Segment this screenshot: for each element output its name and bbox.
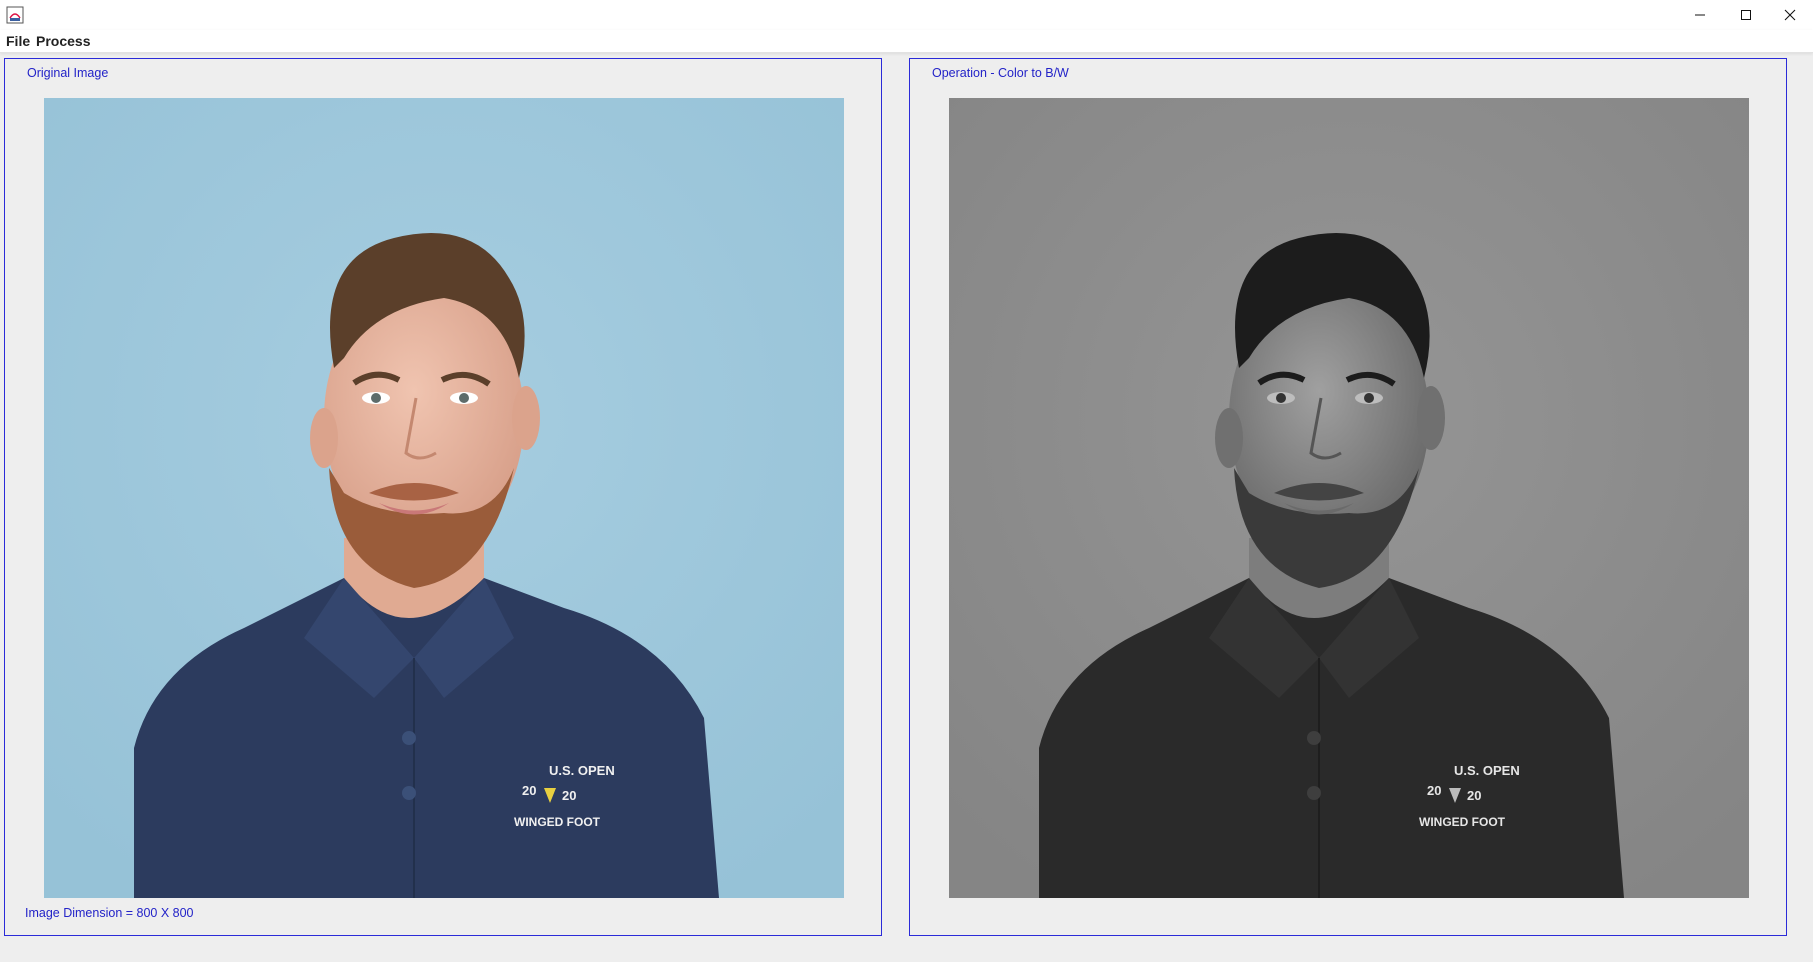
title-bar: [0, 0, 1813, 30]
java-app-icon: [6, 6, 24, 24]
original-portrait: U.S. OPEN 20 20 WINGED FOOT: [44, 98, 844, 898]
operation-title: Operation - Color to B/W: [932, 66, 1069, 80]
minimize-icon: [1695, 14, 1705, 16]
menu-file[interactable]: File: [6, 33, 30, 49]
shirt-logo-bottom-text: WINGED FOOT: [514, 815, 601, 829]
maximize-button[interactable]: [1723, 0, 1769, 30]
original-image: U.S. OPEN 20 20 WINGED FOOT: [44, 98, 844, 898]
image-dimension-label: Image Dimension = 800 X 800: [25, 906, 194, 920]
shirt-logo-right-num: 20: [562, 788, 576, 803]
shirt-logo-left-num: 20: [522, 783, 536, 798]
converted-image: U.S. OPEN 20 20 WINGED FOOT: [949, 98, 1749, 898]
shirt-logo-top-text: U.S. OPEN: [549, 763, 615, 778]
operation-panel: Operation - Color to B/W U.S. OPEN 20 20…: [909, 58, 1787, 936]
close-button[interactable]: [1767, 0, 1813, 30]
shirt-logo-left-num: 20: [1427, 783, 1441, 798]
close-icon: [1784, 9, 1796, 21]
maximize-icon: [1741, 10, 1751, 20]
minimize-button[interactable]: [1677, 0, 1723, 30]
original-image-title: Original Image: [27, 66, 109, 80]
menu-process[interactable]: Process: [36, 33, 90, 49]
shirt-logo-right-num: 20: [1467, 788, 1481, 803]
shirt-logo-bottom-text: WINGED FOOT: [1419, 815, 1506, 829]
bw-portrait: U.S. OPEN 20 20 WINGED FOOT: [949, 98, 1749, 898]
menu-bar: File Process: [0, 30, 1813, 53]
shirt-logo-top-text: U.S. OPEN: [1454, 763, 1520, 778]
original-image-panel: Original Image U.S. OPEN 20 20 WINGED FO…: [4, 58, 882, 936]
